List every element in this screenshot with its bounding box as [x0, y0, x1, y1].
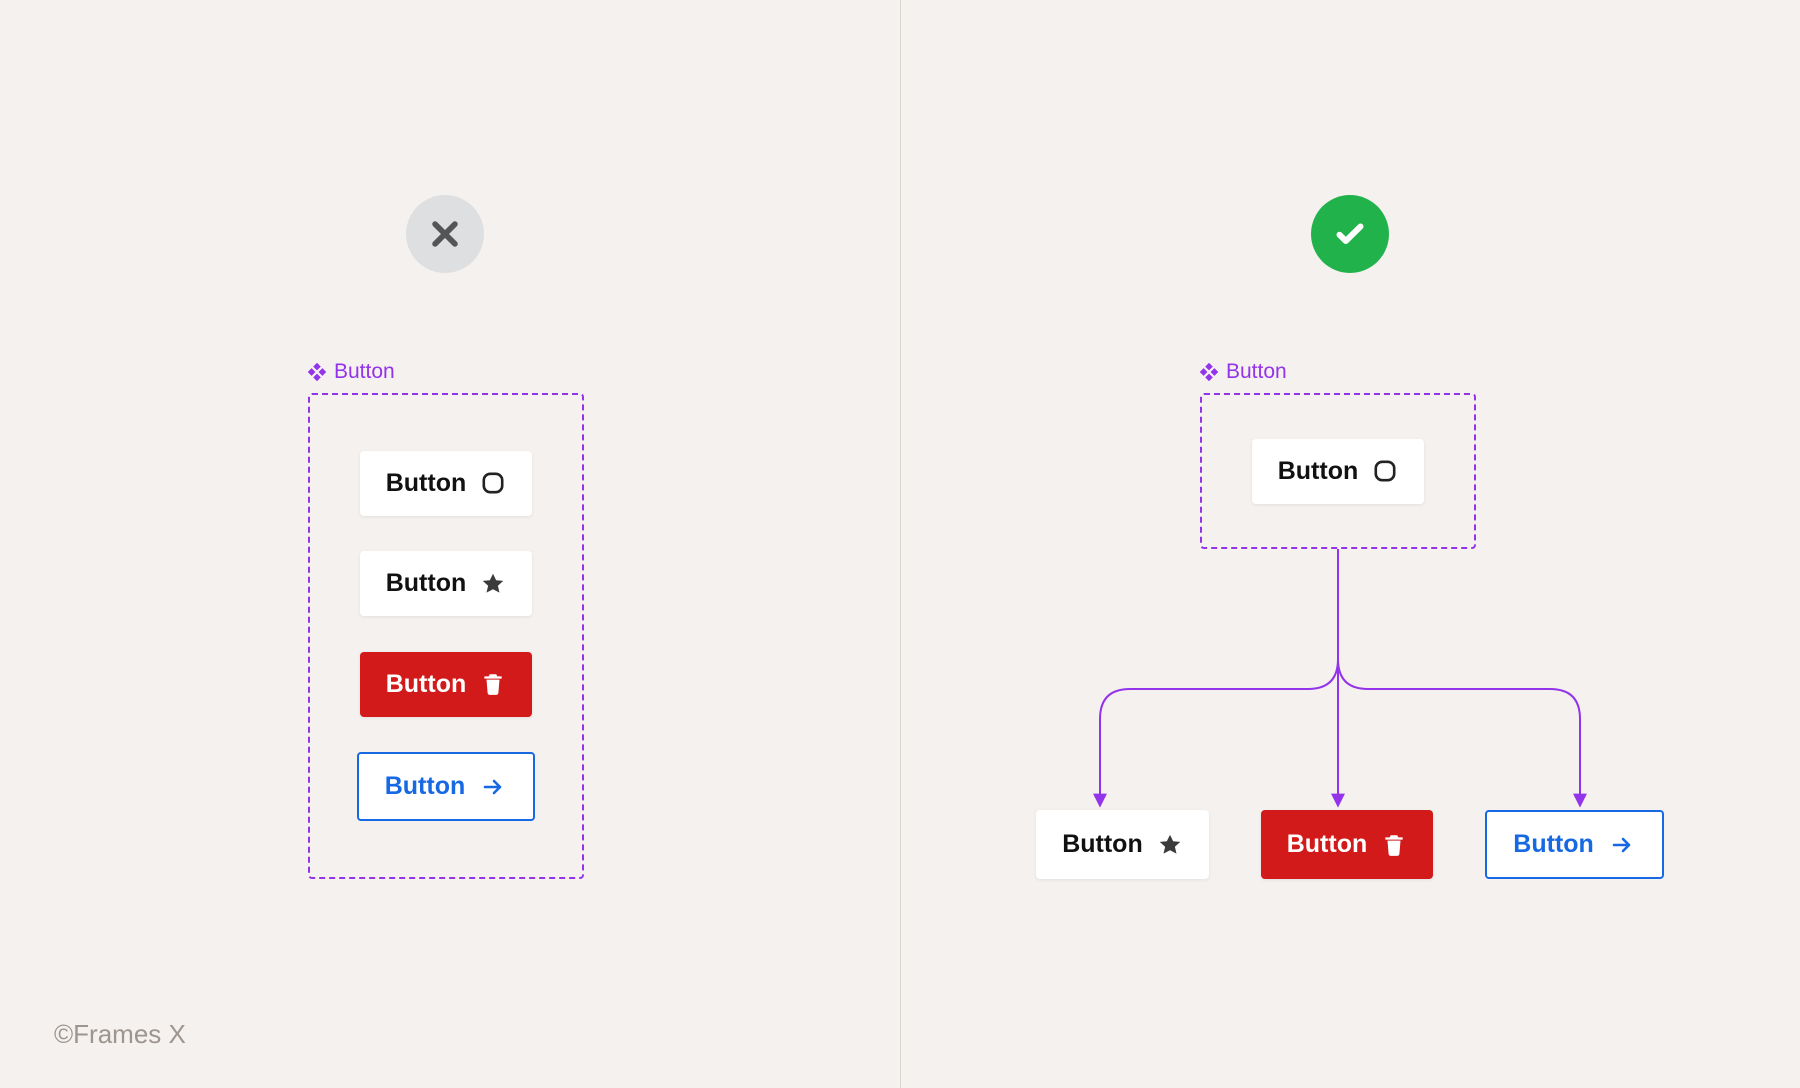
component-label-text: Button [1226, 360, 1287, 384]
component-label: Button [1200, 360, 1287, 384]
footer-credit: ©Frames X [54, 1019, 186, 1050]
button-label: Button [386, 670, 467, 699]
button-master[interactable]: Button [1252, 439, 1425, 504]
variant-connector-lines [900, 549, 1800, 839]
button-label: Button [1062, 830, 1143, 859]
button-star-variant[interactable]: Button [1036, 810, 1209, 879]
button-delete-variant[interactable]: Button [1261, 810, 1434, 879]
component-label-text: Button [334, 360, 395, 384]
arrow-right-icon [1608, 833, 1636, 857]
button-delete[interactable]: Button [360, 652, 533, 717]
button-label: Button [386, 569, 467, 598]
trash-icon [1381, 832, 1407, 858]
button-label: Button [385, 772, 466, 801]
button-label: Button [386, 469, 467, 498]
rounded-square-icon [1372, 458, 1398, 484]
component-label: Button [308, 360, 395, 384]
star-icon [1157, 832, 1183, 858]
check-icon [1332, 216, 1368, 252]
button-link[interactable]: Button [357, 752, 536, 821]
component-cluster-icon [1200, 363, 1218, 381]
bad-example-panel: Button Button Button Button Button [0, 0, 900, 1088]
button-default[interactable]: Button [360, 451, 533, 516]
arrow-right-icon [479, 775, 507, 799]
good-example-panel: Button Button Button [900, 0, 1800, 1088]
button-link-variant[interactable]: Button [1485, 810, 1664, 879]
button-label: Button [1287, 830, 1368, 859]
button-star[interactable]: Button [360, 551, 533, 616]
button-label: Button [1278, 457, 1359, 486]
close-icon [428, 217, 462, 251]
rounded-square-icon [480, 470, 506, 496]
master-component-frame: Button [1200, 393, 1476, 549]
component-cluster-icon [308, 363, 326, 381]
bad-status-dot [406, 195, 484, 273]
star-icon [480, 571, 506, 597]
trash-icon [480, 671, 506, 697]
good-status-dot [1311, 195, 1389, 273]
variant-row: Button Button Button [900, 810, 1800, 879]
component-frame: Button Button Button Button [308, 393, 584, 879]
button-label: Button [1513, 830, 1594, 859]
